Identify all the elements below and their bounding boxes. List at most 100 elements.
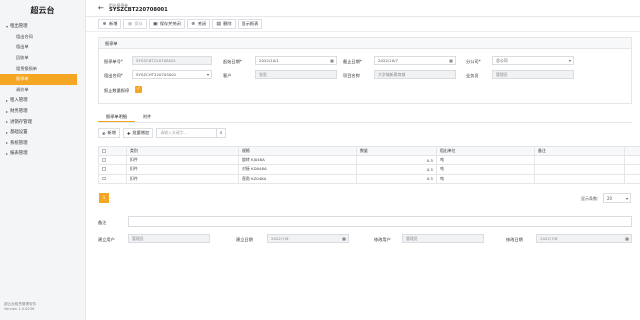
end-date-field[interactable]: 2022/10/7 ▦ [374, 56, 456, 65]
sidebar-group-basic[interactable]: ▸ 基础设置 [0, 127, 85, 138]
new-button[interactable]: ⊕ 新增 [98, 19, 122, 29]
table-row[interactable]: 扣件 对接 KD048A 0.5 吨 [98, 164, 640, 175]
modified-field[interactable]: 2022/7/8 ▦ [536, 234, 632, 243]
col-unit: 租出单位 [436, 145, 535, 157]
detail-tabs: 报停单明细 附件 [98, 112, 159, 122]
form-fields: 报停单号* SYSZCBT220708001 起始日期* 2022/10/1 ▦ … [99, 49, 631, 103]
tab-attachment[interactable]: 附件 [135, 112, 159, 122]
plus-circle-icon: ⊕ [102, 21, 107, 27]
back-arrow-icon[interactable]: ← [98, 4, 104, 12]
modified-label: 修改日期 [506, 237, 523, 242]
checkbox[interactable] [102, 149, 106, 153]
cell-note[interactable] [534, 173, 625, 184]
sidebar-group-system[interactable]: ▸ 系统管理 [0, 138, 85, 149]
created-label: 建立日期 [236, 237, 253, 242]
save-button[interactable]: ▣ 保存 [123, 19, 147, 29]
checkbox[interactable] [102, 158, 106, 162]
delete-button[interactable]: ▤ 删除 [212, 19, 236, 29]
header-text: 租出报停单 SYSZCBT220708001 [109, 3, 168, 13]
project-field[interactable]: 大学城新建商城 [374, 70, 456, 79]
sidebar-item-return-order[interactable]: 回收单 [0, 53, 85, 64]
close-button-label: 关闭 [197, 21, 207, 26]
add-row-button[interactable]: ⊕ 新增 [98, 128, 120, 138]
modified-value: 2022/7/8 [540, 236, 558, 241]
branch-select[interactable]: 总公司 ▾ [492, 56, 574, 65]
row-select-cell[interactable] [98, 155, 127, 166]
customer-label: 客户 [223, 73, 232, 78]
cell-note[interactable] [534, 164, 625, 175]
calendar-icon[interactable]: ▦ [449, 57, 453, 65]
col-category: 类别 [126, 145, 239, 157]
sidebar-group-reports[interactable]: ▸ 报表管理 [0, 148, 85, 159]
sidebar-item-suspend-order[interactable]: 报停单 [0, 73, 77, 85]
salesman-field[interactable]: 管理员 [492, 70, 574, 79]
contract-select[interactable]: SYSZCHT220705001 ▾ [132, 70, 212, 79]
cell-qty[interactable]: 0.5 [356, 164, 437, 175]
sidebar-item-rent-out-order[interactable]: 租出单 [0, 42, 85, 53]
batch-add-button[interactable]: ✚ 批量增加 [122, 128, 154, 138]
cell-qty[interactable]: 0.5 [356, 173, 437, 184]
start-date-field[interactable]: 2022/10/1 ▦ [255, 56, 337, 65]
table-row[interactable]: 扣件 直角 KZ048A 0.5 吨 [98, 173, 640, 184]
trash-icon: ▤ [216, 21, 221, 27]
page-size-select[interactable]: 20 ▾ [603, 193, 631, 203]
save-button-label: 保存 [134, 21, 143, 26]
customer-field[interactable]: 张思 [255, 70, 337, 79]
row-select-cell[interactable] [98, 173, 127, 184]
checkbox[interactable] [102, 167, 106, 171]
save-close-button[interactable]: ▣ 保存并关闭 [148, 19, 185, 29]
end-date-label: 截止日期* [343, 59, 362, 64]
sidebar-group-rent-out[interactable]: ▾ 租出管理 [0, 21, 85, 32]
save-icon: ▣ [127, 21, 133, 27]
search-box[interactable]: 请输入关键字... ⌕ [156, 128, 227, 138]
search-input[interactable]: 请输入关键字... [157, 130, 187, 136]
salesman-label: 业务员 [466, 73, 479, 78]
print-button[interactable]: 显示报表 [237, 19, 263, 29]
project-label: 项目名称 [343, 73, 360, 78]
sidebar-item-contract[interactable]: 租出合同 [0, 32, 85, 43]
col-filler [624, 145, 640, 157]
table-header-row: 类别 规格 数量 租出单位 备注 [98, 145, 640, 157]
print-button-label: 显示报表 [241, 21, 259, 26]
cell-category: 扣件 [126, 173, 239, 184]
branch-value: 总公司 [496, 58, 508, 63]
remark-input[interactable] [128, 216, 632, 227]
col-qty: 数量 [356, 145, 437, 157]
tab-detail[interactable]: 报停单明细 [98, 112, 135, 122]
modifier-field[interactable]: 管理员 [402, 234, 484, 243]
cell-qty[interactable]: 0.5 [356, 155, 437, 166]
created-field[interactable]: 2022/7/8 ▦ [267, 234, 349, 243]
plus-circle-icon: ⊕ [102, 130, 106, 136]
start-date-label: 起始日期* [223, 59, 242, 64]
page-button-current[interactable]: 1 [99, 193, 109, 203]
creator-label: 建立用户 [98, 237, 115, 242]
sidebar-group-label: 系统管理 [10, 140, 28, 146]
include-weekend-checkbox[interactable]: ✓ [135, 86, 142, 93]
table-row[interactable]: 扣件 旋转 KJ048A 0.5 吨 [98, 155, 640, 166]
close-button[interactable]: ⊗ 关闭 [186, 19, 211, 29]
page-header: ← 租出报停单 SYSZCBT220708001 [86, 0, 640, 17]
sidebar-group-finance[interactable]: ▸ 财务管理 [0, 106, 85, 117]
sidebar-group-inventory[interactable]: ▸ 进销存管理 [0, 116, 85, 127]
cell-note[interactable] [534, 155, 625, 166]
doc-no-field[interactable]: SYSZCBT220708001 [132, 56, 212, 65]
creator-field[interactable]: 管理员 [128, 234, 210, 243]
row-select-cell[interactable] [98, 164, 127, 175]
toolbar: ⊕ 新增 ▣ 保存 ▣ 保存并关闭 ⊗ 关闭 ▤ 删除 显示报表 [86, 17, 640, 32]
checkbox[interactable] [102, 176, 106, 181]
calendar-icon[interactable]: ▦ [330, 57, 334, 65]
branch-label: 分公司* [466, 59, 481, 64]
chevron-down-icon: ▾ [206, 72, 209, 77]
start-date-value: 2022/10/1 [259, 58, 279, 63]
sidebar-item-price-adjust[interactable]: 调价单 [0, 85, 85, 96]
tab-divider [98, 122, 632, 123]
cell-filler [624, 173, 640, 184]
sidebar-item-damage-order[interactable]: 租赁报损单 [0, 63, 85, 74]
select-all-cell[interactable] [98, 145, 127, 157]
sidebar-group-rent-in[interactable]: ▸ 租入管理 [0, 95, 85, 106]
search-icon[interactable]: ⌕ [216, 128, 225, 138]
calendar-icon: ▦ [342, 236, 346, 241]
contract-value: SYSZCHT220705001 [136, 72, 177, 77]
app-logo: 超云台 [30, 6, 55, 15]
page-size-value: 20 [607, 196, 613, 201]
